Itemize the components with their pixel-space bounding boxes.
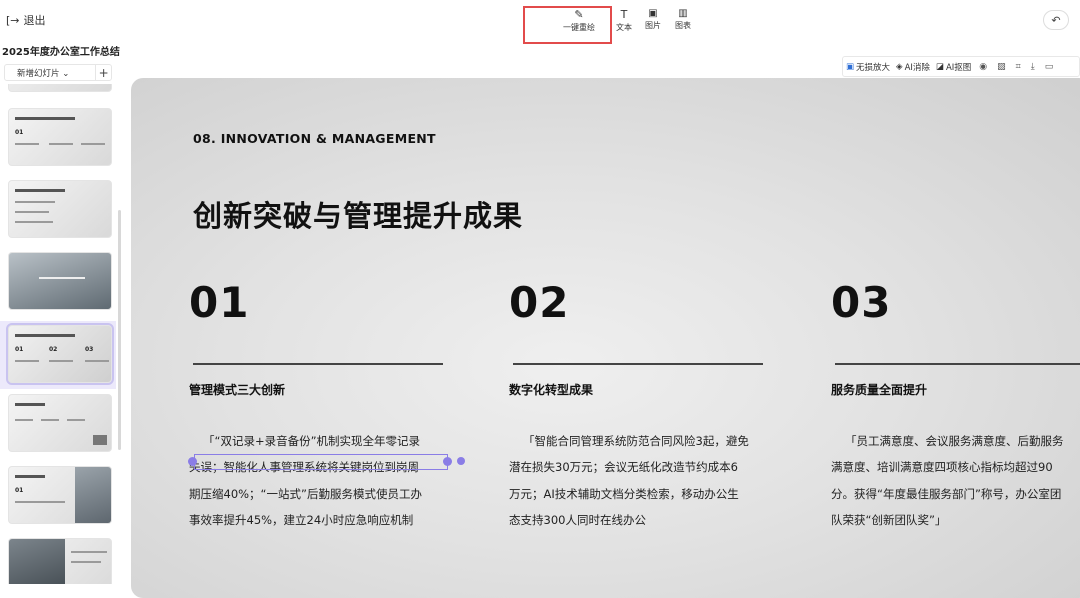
column-heading[interactable]: 管理模式三大创新 xyxy=(189,381,459,398)
download-icon[interactable]: ⤓ xyxy=(1026,62,1040,72)
ai-erase-label: AI消除 xyxy=(904,62,930,73)
thumb-line xyxy=(15,360,39,362)
thumb-num: 01 xyxy=(15,487,24,494)
column-body[interactable]: 「“双记录+录音备份”机制实现全年零记录失误；智能化人事管理系统将关键岗位到岗周… xyxy=(189,428,429,534)
slide-thumbnail[interactable] xyxy=(8,252,112,310)
text-icon: T xyxy=(620,8,628,21)
thumb-line xyxy=(81,143,105,145)
thumb-num: 03 xyxy=(85,346,94,353)
top-bar: [→ 退出 ✎ 一键重绘 T 文本 ▣ 图片 ▥ 图表 ↶ xyxy=(0,0,1080,44)
ai-cutout-label: AI抠图 xyxy=(945,62,972,73)
thumb-image xyxy=(75,467,111,523)
thumb-title xyxy=(15,475,45,478)
thumb-title xyxy=(15,403,45,406)
selection-handle-right[interactable] xyxy=(443,457,452,466)
slide-thumbnail-selected[interactable]: 01 02 03 xyxy=(6,323,114,385)
chart-icon: ▥ xyxy=(678,8,688,19)
undo-button[interactable]: ↶ xyxy=(1043,10,1069,30)
content-column-1: 01 管理模式三大创新 「“双记录+录音备份”机制实现全年零记录失误；智能化人事… xyxy=(189,278,459,534)
slide-thumbnail[interactable] xyxy=(8,394,112,452)
document-title: 2025年度办公室工作总结 xyxy=(2,47,120,58)
sidebar-scrollbar[interactable] xyxy=(118,210,121,450)
tool-text[interactable]: T 文本 xyxy=(616,8,632,33)
image-icon: ▣ xyxy=(648,8,658,19)
thumb-line xyxy=(15,143,39,145)
column-body[interactable]: 「智能合同管理系统防范合同风险3起，避免潜在损失30万元；会议无纸化改造节约成本… xyxy=(509,428,749,534)
new-slide-control: 新增幻灯片 ⌄ + xyxy=(4,64,112,81)
exit-icon: [→ xyxy=(6,13,20,27)
slide-thumbnail[interactable] xyxy=(8,180,112,238)
column-divider xyxy=(835,363,1080,365)
thumb-line xyxy=(15,201,55,203)
ai-erase-button[interactable]: ◈ AI消除 xyxy=(893,61,933,73)
add-slide-button[interactable]: + xyxy=(95,65,111,80)
slide-thumbnail[interactable]: 01 xyxy=(8,108,112,166)
thumb-line xyxy=(15,501,65,503)
exit-button[interactable]: [→ 退出 xyxy=(6,12,46,28)
slide-title[interactable]: 创新突破与管理提升成果 xyxy=(193,193,523,235)
thumb-line xyxy=(49,360,73,362)
tool-chart-label: 图表 xyxy=(675,21,691,30)
eraser-icon: ◈ xyxy=(896,61,903,72)
thumb-line xyxy=(71,551,107,553)
thumb-image xyxy=(9,539,65,584)
thumb-line xyxy=(15,419,33,421)
selection-handle-left[interactable] xyxy=(188,457,197,466)
selection-handle-extra[interactable] xyxy=(457,457,465,465)
column-divider xyxy=(513,363,763,365)
thumb-line xyxy=(15,211,49,213)
upscale-label: 无损放大 xyxy=(856,62,891,73)
tool-image[interactable]: ▣ 图片 xyxy=(645,8,661,31)
thumb-image xyxy=(93,435,107,445)
content-column-3: 03 服务质量全面提升 「员工满意度、会议服务满意度、后勤服务满意度、培训满意度… xyxy=(831,278,1080,534)
ai-cutout-button[interactable]: ◪ AI抠图 xyxy=(933,61,974,73)
thumb-title xyxy=(15,334,75,337)
column-divider xyxy=(193,363,443,365)
more-icon[interactable]: ▭ xyxy=(1040,62,1059,72)
column-body[interactable]: 「员工满意度、会议服务满意度、后勤服务满意度、培训满意度四项核心指标均超过90分… xyxy=(831,428,1071,534)
column-heading[interactable]: 数字化转型成果 xyxy=(509,381,779,398)
tool-chart[interactable]: ▥ 图表 xyxy=(675,8,691,31)
thumb-line xyxy=(49,143,73,145)
crop-icon[interactable]: ⌗ xyxy=(1011,62,1026,72)
thumb-line xyxy=(39,277,85,279)
thumb-line xyxy=(15,221,53,223)
content-column-2: 02 数字化转型成果 「智能合同管理系统防范合同风险3起，避免潜在损失30万元；… xyxy=(509,278,779,534)
thumb-num: 01 xyxy=(15,129,24,136)
text-selection-box[interactable] xyxy=(194,454,448,470)
slide-thumbnail-sidebar: 01 01 02 03 01 xyxy=(0,84,122,584)
thumb-line xyxy=(71,561,101,563)
new-slide-button[interactable]: 新增幻灯片 ⌄ xyxy=(5,67,95,79)
slide-thumbnail[interactable] xyxy=(8,538,112,584)
thumb-title xyxy=(15,189,65,192)
thumb-title xyxy=(15,117,75,120)
slide-canvas[interactable]: 08. INNOVATION & MANAGEMENT 创新突破与管理提升成果 … xyxy=(131,78,1080,598)
tool-text-label: 文本 xyxy=(616,23,632,32)
column-heading[interactable]: 服务质量全面提升 xyxy=(831,381,1080,398)
thumb-num: 02 xyxy=(49,346,58,353)
thumb-line xyxy=(41,419,59,421)
cutout-icon: ◪ xyxy=(935,61,944,72)
column-number[interactable]: 01 xyxy=(189,278,459,327)
column-number[interactable]: 03 xyxy=(831,278,1080,327)
locate-icon[interactable]: ◉ xyxy=(974,62,992,72)
exit-label: 退出 xyxy=(23,14,46,27)
slide-subtitle[interactable]: 08. INNOVATION & MANAGEMENT xyxy=(193,131,436,146)
upscale-button[interactable]: ▣ 无损放大 xyxy=(843,61,893,73)
tool-image-label: 图片 xyxy=(645,21,661,30)
image-ai-toolbar: ▣ 无损放大 ◈ AI消除 ◪ AI抠图 ◉ ▨ ⌗ ⤓ ▭ xyxy=(842,56,1080,77)
thumb-line xyxy=(67,419,85,421)
replace-image-icon[interactable]: ▨ xyxy=(992,62,1011,72)
thumb-num: 01 xyxy=(15,346,24,353)
slide-thumbnail[interactable]: 01 xyxy=(8,466,112,524)
undo-icon: ↶ xyxy=(1051,13,1061,27)
column-number[interactable]: 02 xyxy=(509,278,779,327)
slide-thumbnail[interactable] xyxy=(8,84,112,92)
upscale-icon: ▣ xyxy=(846,61,855,72)
thumb-line xyxy=(85,360,109,362)
highlight-box xyxy=(523,6,612,44)
